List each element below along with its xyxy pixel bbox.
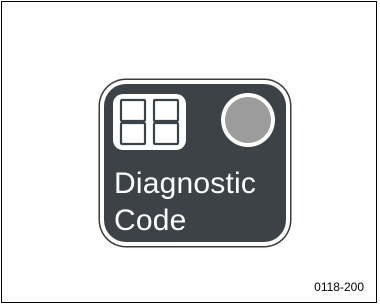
indicator-light-icon (225, 97, 271, 143)
figure-reference-number: 0118-200 (314, 280, 364, 294)
indicator-label-line2: Code (114, 204, 187, 237)
indicator-label-line1: Diagnostic (114, 167, 257, 200)
figure-frame: Diagnostic Code 0118-200 (1, 1, 377, 303)
diagnostic-code-indicator: Diagnostic Code (100, 80, 290, 246)
indicator-panel: Diagnostic Code (104, 84, 286, 242)
seven-segment-display-icon (113, 94, 186, 150)
seven-segment-digits (119, 98, 180, 146)
